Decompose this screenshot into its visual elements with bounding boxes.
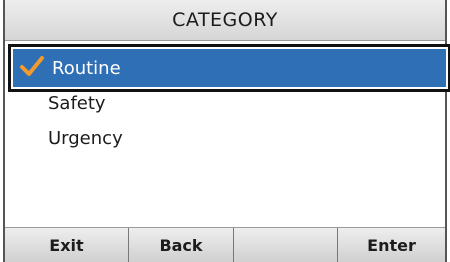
screen-frame-right xyxy=(445,0,447,262)
enter-softkey[interactable]: Enter xyxy=(338,228,445,262)
softkey-bar: Exit Back Enter xyxy=(5,227,445,262)
back-softkey[interactable]: Back xyxy=(129,228,234,262)
exit-softkey[interactable]: Exit xyxy=(5,228,129,262)
list-item-label: Urgency xyxy=(48,128,123,149)
screen-title: CATEGORY xyxy=(172,9,278,31)
list-item-safety[interactable]: Safety xyxy=(5,85,445,122)
checkmark-icon xyxy=(20,56,44,76)
list-item-label: Routine xyxy=(52,57,121,79)
list-item-urgency[interactable]: Urgency xyxy=(5,120,445,157)
blank-softkey[interactable] xyxy=(234,228,338,262)
title-bar: CATEGORY xyxy=(5,0,445,41)
list-item-label: Safety xyxy=(48,93,106,114)
category-screen: CATEGORY Routine Safety Urgency Exit Bac… xyxy=(0,0,450,262)
